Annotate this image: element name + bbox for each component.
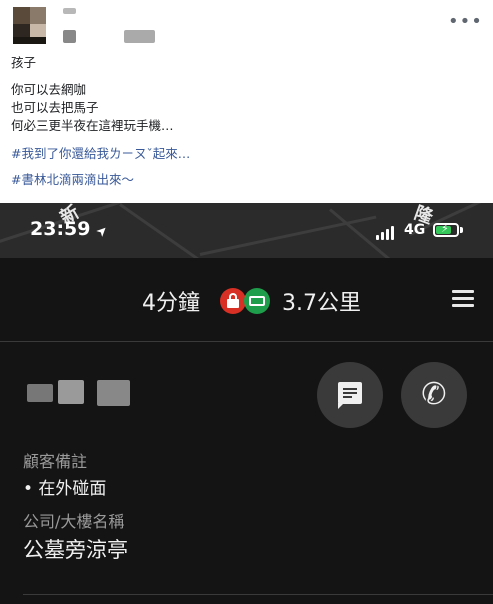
post-line: 你可以去網咖 <box>11 82 87 97</box>
avatar[interactable] <box>13 7 46 44</box>
divider <box>23 594 493 595</box>
company-value: 公墓旁涼亭 <box>23 538 128 562</box>
customer-name-redacted <box>58 380 84 404</box>
company-label: 公司/大樓名稱 <box>23 512 125 531</box>
message-icon <box>338 382 362 404</box>
author-name-redacted[interactable] <box>63 30 76 43</box>
call-button[interactable]: ✆ <box>401 362 467 428</box>
post-meta-redacted <box>124 30 155 43</box>
status-bar: 新 隆 23:59 ➤ 4G ⚡ <box>0 203 493 258</box>
post-line: 何必三更半夜在這裡玩手機… <box>11 118 174 133</box>
customer-note-value: • 在外碰面 <box>23 479 107 499</box>
customer-name-redacted <box>97 380 130 406</box>
customer-note-label: 顧客備註 <box>23 452 88 471</box>
uber-driver-screenshot: 新 隆 23:59 ➤ 4G ⚡ 4分鐘 3.7公里 ✆ 顧客備註 • 在外碰面… <box>0 203 493 604</box>
hashtag-link[interactable]: #我到了你還給我ㄌㄧㄡˇ起來… <box>11 146 190 162</box>
battery-tip <box>460 227 463 233</box>
trip-distance: 3.7公里 <box>282 291 361 316</box>
more-options-icon[interactable]: ••• <box>448 12 482 32</box>
trip-duration: 4分鐘 <box>142 291 200 316</box>
battery-icon: ⚡ <box>433 222 459 237</box>
post-line: 也可以去把馬子 <box>11 100 99 115</box>
trip-summary-bar: 4分鐘 3.7公里 <box>0 258 493 342</box>
menu-icon[interactable] <box>452 290 474 308</box>
clock: 23:59 ➤ <box>30 218 112 241</box>
hashtag-link[interactable]: #書林北滴兩滴出來～ <box>11 172 134 188</box>
location-arrow-icon: ➤ <box>93 222 112 241</box>
signal-icon <box>376 226 398 240</box>
customer-panel: ✆ 顧客備註 • 在外碰面 公司/大樓名稱 公墓旁涼亭 <box>0 342 493 604</box>
customer-name-redacted <box>27 384 53 402</box>
cash-icon <box>244 288 270 314</box>
message-button[interactable] <box>317 362 383 428</box>
lock-icon <box>220 288 246 314</box>
phone-icon: ✆ <box>421 377 447 412</box>
post-line: 孩子 <box>11 55 37 70</box>
author-name-redacted[interactable] <box>63 8 76 14</box>
facebook-post: ••• 孩子 你可以去網咖 也可以去把馬子 何必三更半夜在這裡玩手機… #我到了… <box>0 0 493 203</box>
network-type: 4G <box>404 222 426 238</box>
